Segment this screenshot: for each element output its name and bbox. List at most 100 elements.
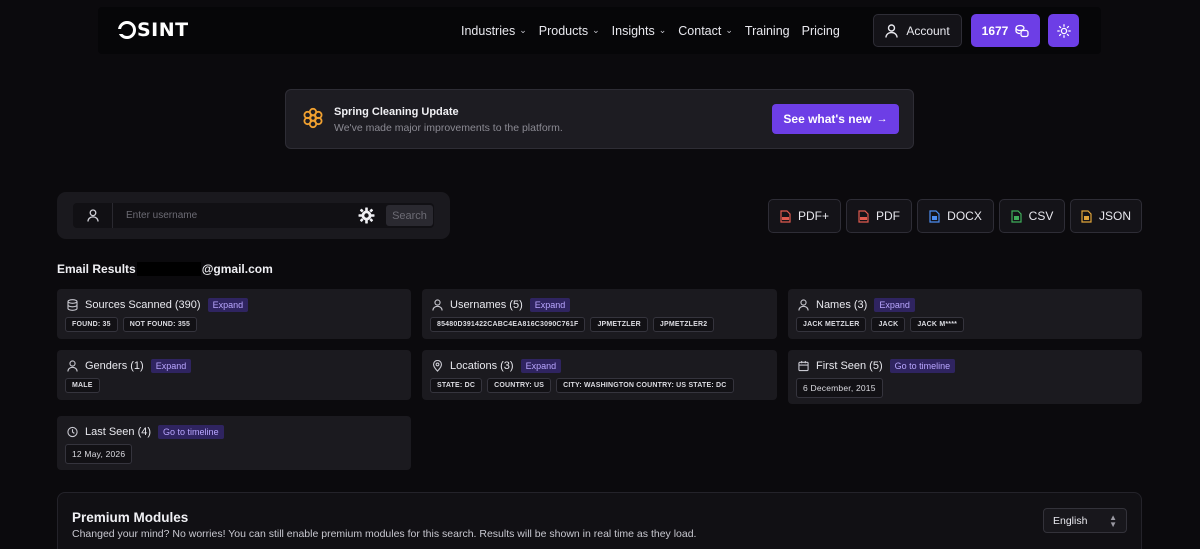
card-header: First Seen (5) Go to timeline [798, 359, 956, 373]
docx-file-icon [929, 209, 940, 223]
nav-link-label: Insights [611, 23, 655, 38]
expand-button[interactable]: Expand [529, 298, 571, 312]
chevron-down-icon: ⌄ [658, 25, 667, 35]
user-icon [885, 23, 899, 38]
user-icon [432, 299, 443, 311]
chip: 85480D391422CABC4EA816C3090C761F [430, 317, 586, 332]
flower-icon [303, 107, 323, 129]
export-docx-button[interactable]: DOCX [917, 199, 994, 233]
calendar-icon [798, 360, 809, 372]
chip: STATE: DC [430, 378, 483, 393]
nav-link-label: Training [744, 23, 790, 38]
card-chips: 6 December, 2015 [796, 378, 883, 398]
search-bar: Search [73, 203, 434, 228]
theme-toggle-button[interactable] [1048, 14, 1079, 47]
card-title: Locations (3) [450, 360, 514, 372]
result-card-last-seen: Last Seen (4) Go to timeline 12 May, 202… [57, 416, 411, 470]
expand-button[interactable]: Expand [520, 359, 562, 373]
export-json-button[interactable]: JSON [1070, 199, 1142, 233]
credits-count: 1677 [981, 23, 1009, 38]
redacted-email [136, 262, 201, 276]
export-label: JSON [1098, 209, 1131, 223]
card-header: Genders (1) Expand [67, 359, 192, 373]
card-title: Sources Scanned (390) [85, 299, 201, 311]
go-to-timeline-button[interactable]: Go to timeline [158, 425, 224, 439]
logo-mark-icon [118, 21, 136, 39]
chip: JACK M**** [910, 317, 965, 332]
card-chips: 12 May, 2026 [65, 444, 133, 464]
nav-link-label: Products [538, 23, 589, 38]
pdf-file-icon [858, 209, 869, 223]
export-csv-button[interactable]: CSV [999, 199, 1065, 233]
banner-subtitle: We've made major improvements to the pla… [334, 122, 563, 134]
nav-link-insights[interactable]: Insights ⌄ [612, 24, 667, 38]
nav-link-label: Contact [678, 23, 722, 38]
gear-icon[interactable] [358, 207, 375, 224]
sun-icon [1056, 23, 1071, 38]
account-button[interactable]: Account [873, 14, 962, 47]
location-pin-icon [432, 360, 443, 372]
export-pdf-plus-button[interactable]: PDF+ [768, 199, 841, 233]
see-whats-new-label: See what's new [783, 112, 872, 126]
nav-link-pricing[interactable]: Pricing [802, 24, 840, 38]
nav-links: Industries ⌄ Products ⌄ Insights ⌄ Contact ⌄… [461, 7, 840, 54]
user-icon [67, 360, 78, 372]
result-card-genders: Genders (1) Expand MALE [57, 350, 411, 400]
results-title: Email Results @gmail.com [57, 262, 273, 276]
account-label: Account [906, 23, 950, 38]
language-value: English [1053, 514, 1088, 527]
premium-title: Premium Modules [72, 510, 189, 525]
card-header: Names (3) Expand [798, 298, 915, 312]
chip: FOUND: 35 [65, 317, 118, 332]
result-card-locations: Locations (3) Expand STATE: DC COUNTRY: … [422, 350, 777, 400]
chip: CITY: WASHINGTON COUNTRY: US STATE: DC [556, 378, 734, 393]
logo[interactable]: SINT [118, 18, 189, 42]
export-pdf-button[interactable]: PDF [846, 199, 912, 233]
expand-button[interactable]: Expand [874, 298, 915, 312]
user-icon [86, 209, 99, 222]
nav-link-contact[interactable]: Contact ⌄ [678, 24, 733, 38]
premium-subtitle: Changed your mind? No worries! You can s… [72, 528, 697, 540]
card-header: Locations (3) Expand [432, 359, 562, 373]
clock-icon [67, 426, 78, 438]
result-card-names: Names (3) Expand JACK METZLER JACK JACK … [788, 289, 1142, 339]
username-search-input[interactable] [126, 203, 346, 228]
nav-link-products[interactable]: Products ⌄ [539, 24, 600, 38]
search-type-selector[interactable] [73, 203, 113, 228]
top-navbar: SINT Industries ⌄ Products ⌄ Insights ⌄ Con… [98, 7, 1101, 54]
result-card-usernames: Usernames (5) Expand 85480D391422CABC4EA… [422, 289, 777, 339]
csv-file-icon [1011, 209, 1022, 223]
export-label: PDF [876, 209, 900, 223]
nav-link-training[interactable]: Training [745, 24, 790, 38]
card-header: Usernames (5) Expand [432, 298, 571, 312]
credits-button[interactable]: 1677 [971, 14, 1040, 47]
card-header: Sources Scanned (390) Expand [67, 298, 249, 312]
go-to-timeline-button[interactable]: Go to timeline [889, 359, 956, 373]
chip: MALE [65, 378, 100, 393]
language-select[interactable]: English ▲ ▼ [1043, 508, 1127, 533]
banner-title: Spring Cleaning Update [334, 106, 459, 118]
result-card-sources: Sources Scanned (390) Expand FOUND: 35 N… [57, 289, 411, 339]
chip: JPMETZLER2 [652, 317, 715, 332]
export-label: PDF+ [797, 209, 829, 223]
premium-modules-panel: Premium Modules Changed your mind? No wo… [57, 492, 1142, 549]
card-header: Last Seen (4) Go to timeline [67, 425, 224, 439]
chip: JACK [871, 317, 906, 332]
card-title: Genders (1) [85, 360, 144, 372]
date-chip: 12 May, 2026 [65, 444, 133, 464]
coins-icon [1015, 24, 1029, 37]
chip: COUNTRY: US [487, 378, 552, 393]
database-icon [67, 299, 78, 311]
see-whats-new-button[interactable]: See what's new → [772, 104, 899, 134]
json-file-icon [1081, 209, 1092, 223]
card-chips: STATE: DC COUNTRY: US CITY: WASHINGTON C… [430, 378, 734, 393]
search-button[interactable]: Search [386, 205, 433, 226]
chip: JPMETZLER [590, 317, 648, 332]
expand-button[interactable]: Expand [207, 298, 249, 312]
chevron-down-icon: ⌄ [519, 25, 527, 35]
nav-link-industries[interactable]: Industries ⌄ [461, 24, 527, 38]
card-title: First Seen (5) [816, 360, 883, 372]
date-chip: 6 December, 2015 [796, 378, 883, 398]
export-label: CSV [1028, 209, 1054, 223]
expand-button[interactable]: Expand [150, 359, 192, 373]
